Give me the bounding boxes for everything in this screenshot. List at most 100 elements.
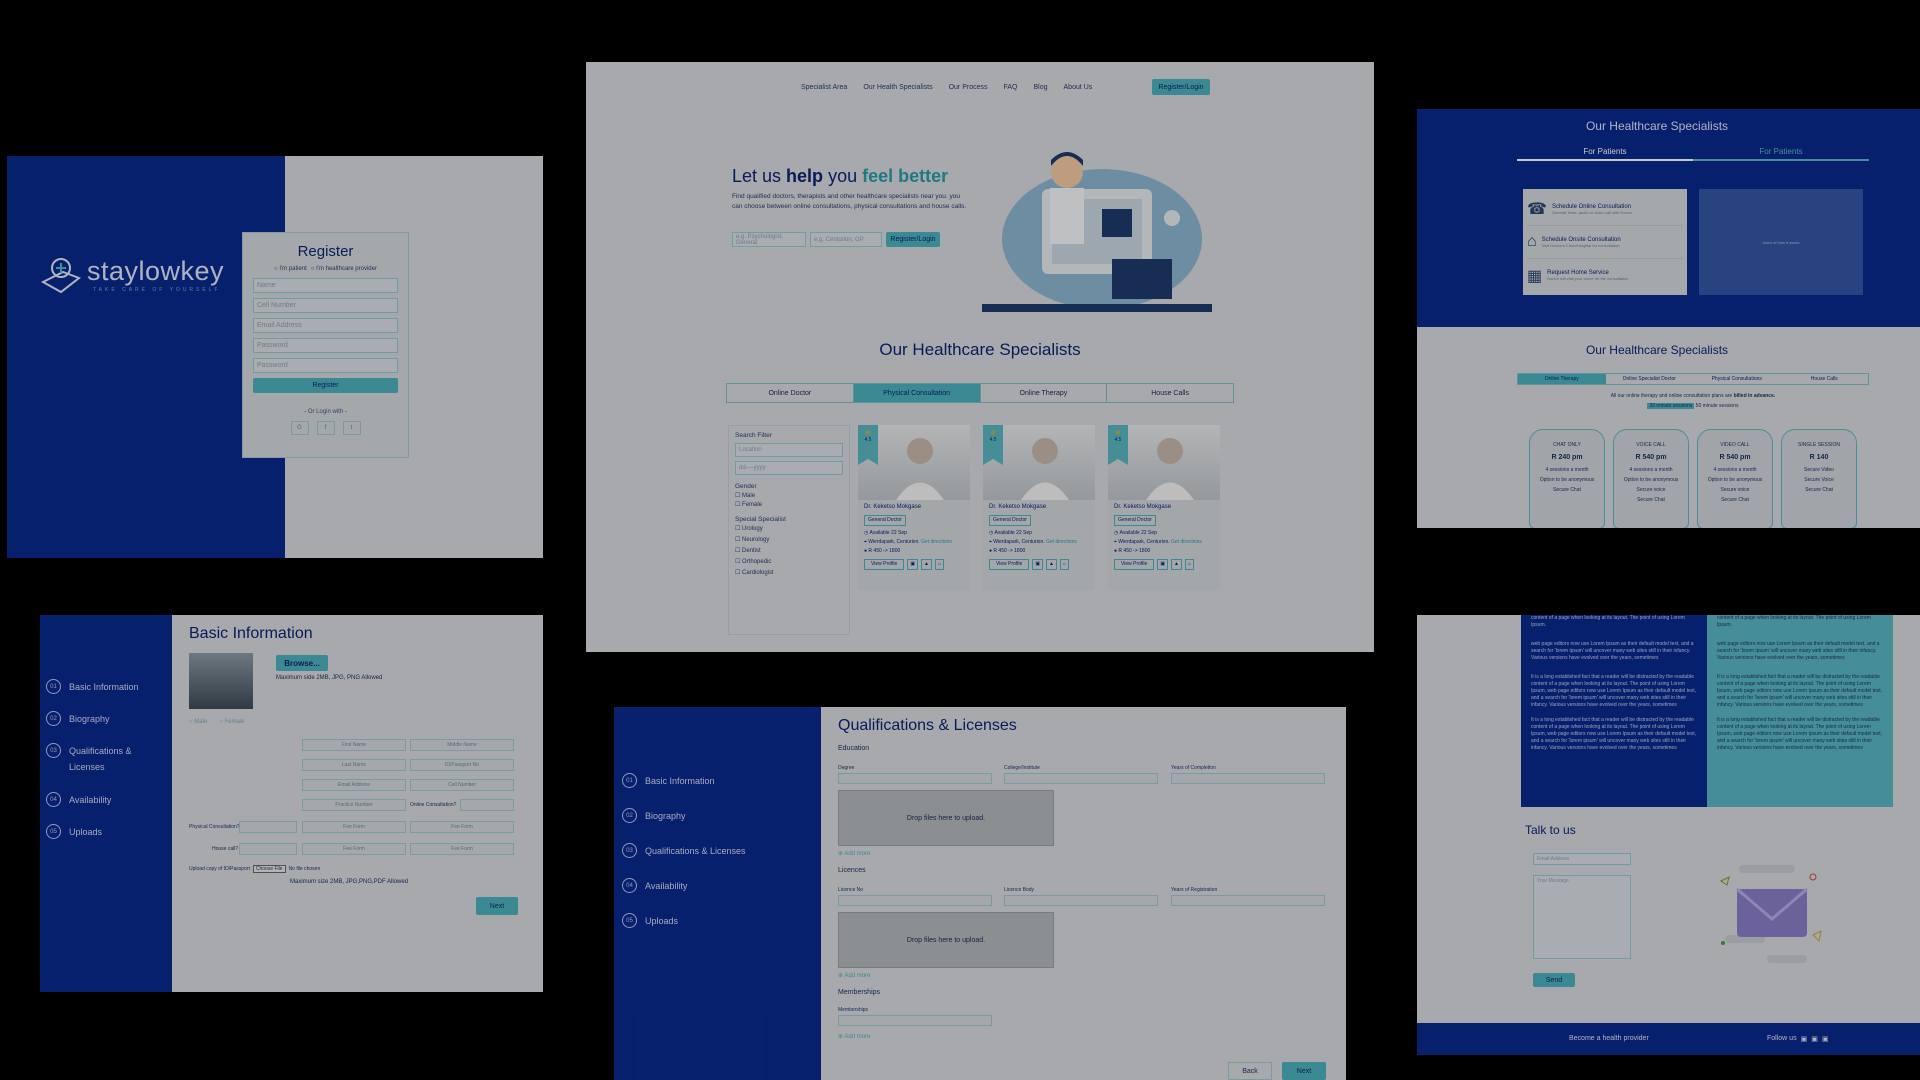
registration-year-input[interactable] [1171, 895, 1325, 906]
email-input[interactable]: Email Address [302, 779, 406, 791]
directions-link[interactable]: Get directions [1046, 539, 1077, 545]
video-icon[interactable]: ▣ [1032, 559, 1044, 570]
licences-add-more[interactable]: ⊕ Add more [838, 972, 870, 979]
cell-field[interactable]: Cell Number [253, 298, 398, 313]
degree-input[interactable] [838, 773, 992, 784]
twitter-icon[interactable]: t [342, 421, 361, 435]
view-profile-button[interactable]: View Profile [989, 559, 1030, 570]
directions-link[interactable]: Get directions [1171, 539, 1202, 545]
twitter-icon[interactable]: ▣ [1822, 1035, 1829, 1043]
licence-body-input[interactable] [1004, 895, 1158, 906]
step-availability[interactable]: 04 Availability [46, 792, 166, 807]
step-qualifications[interactable]: 03 Qualifications & Licenses [622, 843, 813, 858]
clinic-icon[interactable]: ▲ [1046, 559, 1057, 570]
service-onsite[interactable]: ⌂ Schedule Onsite Consultation Visit Doct… [1527, 226, 1683, 259]
plan-card[interactable]: SINGLE SESSION R 140 Secure Video Secure… [1781, 429, 1857, 528]
back-button[interactable]: Back [1228, 1062, 1272, 1080]
tab-online-therapy[interactable]: Online Therapy [979, 384, 1108, 402]
doctor-name[interactable]: Dr. Keketso Mokgase [989, 503, 1077, 512]
physical-consultation-select[interactable] [239, 821, 297, 833]
cell-number-input[interactable]: Cell Number [410, 779, 514, 791]
send-button[interactable]: Send [1533, 973, 1575, 987]
clinic-icon[interactable]: ▲ [921, 559, 932, 570]
dentist-checkbox[interactable]: ☐ Dentist [735, 547, 843, 554]
nav-faq[interactable]: FAQ [1003, 84, 1017, 91]
gender-female-checkbox[interactable]: ☐ Female [735, 501, 843, 508]
memberships-add-more[interactable]: ⊕ Add more [838, 1033, 870, 1040]
plan-card[interactable]: VOICE CALL R 540 pm 4 sessions a month O… [1613, 429, 1689, 528]
specialist-search-input[interactable]: e.g. Psychologist, General [732, 232, 806, 247]
doctor-name[interactable]: Dr. Keketso Mokgase [1114, 503, 1202, 512]
linkedin-icon[interactable]: ▣ [1801, 1035, 1808, 1043]
filter-date-input[interactable]: dd----yyyy [735, 461, 843, 475]
contact-message-input[interactable]: Your Message [1533, 875, 1631, 959]
clinic-icon[interactable]: ▲ [1171, 559, 1182, 570]
google-icon[interactable]: G [290, 421, 309, 435]
membership-input[interactable] [838, 1015, 992, 1026]
neurology-checkbox[interactable]: ☐ Neurology [735, 536, 843, 543]
video-icon[interactable]: ▣ [1157, 559, 1169, 570]
step-basic-information[interactable]: 01 Basic Information [622, 773, 813, 788]
tab-for-patients-alt[interactable]: For Patients [1693, 147, 1869, 161]
house-fee-to-input[interactable]: Fee Form [410, 843, 514, 855]
view-profile-button[interactable]: View Profile [1114, 559, 1155, 570]
nav-specialist-area[interactable]: Specialist Area [801, 84, 847, 91]
become-provider-link[interactable]: Become a health provider [1569, 1035, 1649, 1042]
female-radio[interactable]: ○ Female [219, 719, 244, 725]
middle-name-input[interactable]: Middle Name [410, 739, 514, 751]
step-qualifications[interactable]: 03 Qualifications & Licenses [46, 743, 166, 775]
doctor-card[interactable]: ★ 4.5 Dr. Keketso Mokgase General Doctor … [858, 425, 970, 590]
doctor-card[interactable]: ★ 4.5 Dr. Keketso Mokgase General Doctor … [1108, 425, 1220, 590]
register-button[interactable]: Register [253, 378, 398, 393]
house-call-select[interactable] [239, 843, 297, 855]
urology-checkbox[interactable]: ☐ Urology [735, 525, 843, 532]
plan-card[interactable]: CHAT ONLY R 240 pm 4 sessions a month Op… [1529, 429, 1605, 528]
nav-health-specialists[interactable]: Our Health Specialists [863, 84, 932, 91]
online-consultation-select[interactable] [460, 799, 514, 811]
view-profile-button[interactable]: View Profile [864, 559, 905, 570]
college-input[interactable] [1004, 773, 1158, 784]
cardiologist-checkbox[interactable]: ☐ Cardiologist [735, 569, 843, 576]
doctor-name[interactable]: Dr. Keketso Mokgase [864, 503, 952, 512]
nav-about[interactable]: About Us [1064, 84, 1093, 91]
tab-for-patients[interactable]: For Patients [1517, 147, 1693, 161]
radio-patient[interactable]: ○ I'm patient [274, 266, 307, 272]
location-search-input[interactable]: e.g. Centurion, GP [810, 232, 882, 247]
step-availability[interactable]: 04 Availability [622, 878, 813, 893]
radio-provider[interactable]: ○ I'm healthcare provider [311, 266, 377, 272]
gender-male-checkbox[interactable]: ☐ Male [735, 492, 843, 499]
tab-house-calls[interactable]: House Calls [1107, 384, 1233, 402]
home-icon[interactable]: ⌂ [1060, 559, 1070, 570]
confirm-password-field[interactable]: Password [253, 358, 398, 373]
filter-location-input[interactable]: Location [735, 443, 843, 457]
session-30-toggle[interactable]: 30 minute sessions [1647, 403, 1695, 409]
step-basic-information[interactable]: 01 Basic Information [46, 679, 166, 694]
physical-fee-from-input[interactable]: Fee Form [302, 821, 406, 833]
nav-our-process[interactable]: Our Process [949, 84, 988, 91]
nav-register-button[interactable]: Register/Login [1152, 79, 1210, 95]
directions-link[interactable]: Get directions [921, 539, 952, 545]
home-icon[interactable]: ⌂ [1185, 559, 1195, 570]
hero-search-button[interactable]: Register/Login [886, 232, 940, 247]
tab-physical-consultations[interactable]: Physical Consultations [1693, 374, 1781, 384]
name-field[interactable]: Name [253, 278, 398, 293]
id-passport-input[interactable]: ID/Passport No [410, 759, 514, 771]
email-field[interactable]: Email Address [253, 318, 398, 333]
licence-no-input[interactable] [838, 895, 992, 906]
physical-fee-to-input[interactable]: Fee Form [410, 821, 514, 833]
step-biography[interactable]: 02 Biography [622, 808, 813, 823]
how-it-works-video[interactable]: video of how it works [1699, 189, 1863, 295]
password-field[interactable]: Password [253, 338, 398, 353]
service-online[interactable]: ☎ Schedule Online Consultation General Te… [1527, 193, 1683, 226]
tab-house-calls[interactable]: House Calls [1781, 374, 1869, 384]
house-fee-from-input[interactable]: Fee Form [302, 843, 406, 855]
education-dropzone[interactable]: Drop files here to upload. [838, 790, 1054, 846]
education-add-more[interactable]: ⊕ Add more [838, 850, 870, 857]
video-icon[interactable]: ▣ [907, 559, 919, 570]
plan-card[interactable]: VIDEO CALL R 540 pm 4 sessions a month O… [1697, 429, 1773, 528]
last-name-input[interactable]: Last Name [302, 759, 406, 771]
contact-email-input[interactable]: Email Address [1533, 853, 1631, 865]
practice-number-input[interactable]: Practice Number [302, 799, 406, 811]
qual-next-button[interactable]: Next [1282, 1062, 1326, 1080]
service-home[interactable]: ▦ Request Home Service Doctor will visit … [1527, 259, 1683, 292]
